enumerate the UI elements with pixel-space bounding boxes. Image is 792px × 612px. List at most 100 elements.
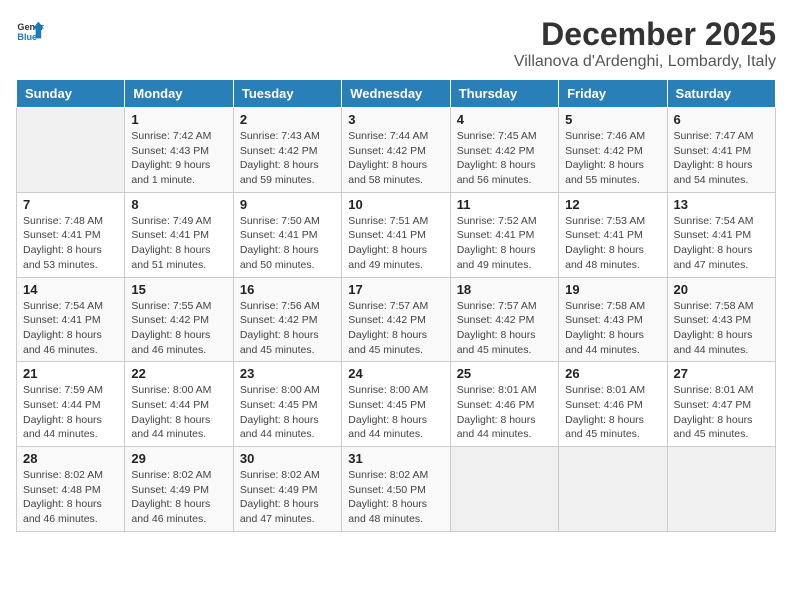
- day-number: 22: [131, 366, 226, 381]
- day-header-thursday: Thursday: [450, 80, 558, 108]
- day-header-friday: Friday: [559, 80, 667, 108]
- day-info: Sunrise: 7:58 AM Sunset: 4:43 PM Dayligh…: [565, 299, 660, 358]
- day-info: Sunrise: 7:54 AM Sunset: 4:41 PM Dayligh…: [23, 299, 118, 358]
- calendar-cell: 8 Sunrise: 7:49 AM Sunset: 4:41 PM Daylig…: [125, 192, 233, 277]
- week-row-1: 1 Sunrise: 7:42 AM Sunset: 4:43 PM Daylig…: [17, 108, 776, 193]
- day-number: 15: [131, 282, 226, 297]
- day-number: 2: [240, 112, 335, 127]
- day-number: 4: [457, 112, 552, 127]
- calendar-cell: 15 Sunrise: 7:55 AM Sunset: 4:42 PM Dayli…: [125, 277, 233, 362]
- day-info: Sunrise: 7:50 AM Sunset: 4:41 PM Dayligh…: [240, 214, 335, 273]
- day-info: Sunrise: 7:56 AM Sunset: 4:42 PM Dayligh…: [240, 299, 335, 358]
- calendar-cell: 6 Sunrise: 7:47 AM Sunset: 4:41 PM Daylig…: [667, 108, 775, 193]
- day-info: Sunrise: 7:48 AM Sunset: 4:41 PM Dayligh…: [23, 214, 118, 273]
- title-area: December 2025 Villanova d'Ardenghi, Lomb…: [514, 16, 776, 71]
- day-info: Sunrise: 7:46 AM Sunset: 4:42 PM Dayligh…: [565, 129, 660, 188]
- week-row-2: 7Sunrise: 7:48 AM Sunset: 4:41 PM Daylig…: [17, 192, 776, 277]
- calendar-cell: 28 Sunrise: 8:02 AM Sunset: 4:48 PM Dayli…: [17, 447, 125, 532]
- day-info: Sunrise: 8:02 AM Sunset: 4:50 PM Dayligh…: [348, 468, 443, 527]
- day-info: Sunrise: 7:53 AM Sunset: 4:41 PM Dayligh…: [565, 214, 660, 273]
- calendar-cell: 18 Sunrise: 7:57 AM Sunset: 4:42 PM Dayli…: [450, 277, 558, 362]
- logo-icon: General Blue: [16, 16, 44, 44]
- day-info: Sunrise: 8:02 AM Sunset: 4:48 PM Dayligh…: [23, 468, 118, 527]
- day-info: Sunrise: 7:47 AM Sunset: 4:41 PM Dayligh…: [674, 129, 769, 188]
- day-number: 5: [565, 112, 660, 127]
- calendar-cell: 29 Sunrise: 8:02 AM Sunset: 4:49 PM Dayli…: [125, 447, 233, 532]
- day-number: 8: [131, 197, 226, 212]
- calendar-cell: 5 Sunrise: 7:46 AM Sunset: 4:42 PM Daylig…: [559, 108, 667, 193]
- day-number: 29: [131, 451, 226, 466]
- svg-text:Blue: Blue: [17, 32, 37, 42]
- calendar-cell: 16Sunrise: 7:56 AM Sunset: 4:42 PM Dayli…: [233, 277, 341, 362]
- day-info: Sunrise: 7:58 AM Sunset: 4:43 PM Dayligh…: [674, 299, 769, 358]
- week-row-3: 14Sunrise: 7:54 AM Sunset: 4:41 PM Dayli…: [17, 277, 776, 362]
- day-number: 13: [674, 197, 769, 212]
- day-number: 1: [131, 112, 226, 127]
- day-info: Sunrise: 7:49 AM Sunset: 4:41 PM Dayligh…: [131, 214, 226, 273]
- day-info: Sunrise: 7:45 AM Sunset: 4:42 PM Dayligh…: [457, 129, 552, 188]
- day-number: 6: [674, 112, 769, 127]
- calendar-cell: 12 Sunrise: 7:53 AM Sunset: 4:41 PM Dayli…: [559, 192, 667, 277]
- day-info: Sunrise: 8:02 AM Sunset: 4:49 PM Dayligh…: [240, 468, 335, 527]
- day-number: 10: [348, 197, 443, 212]
- calendar-cell: [667, 447, 775, 532]
- day-info: Sunrise: 7:54 AM Sunset: 4:41 PM Dayligh…: [674, 214, 769, 273]
- day-info: Sunrise: 7:57 AM Sunset: 4:42 PM Dayligh…: [457, 299, 552, 358]
- calendar-cell: 27Sunrise: 8:01 AM Sunset: 4:47 PM Dayli…: [667, 362, 775, 447]
- calendar-cell: 13 Sunrise: 7:54 AM Sunset: 4:41 PM Dayli…: [667, 192, 775, 277]
- calendar-cell: [17, 108, 125, 193]
- calendar-cell: 4 Sunrise: 7:45 AM Sunset: 4:42 PM Daylig…: [450, 108, 558, 193]
- calendar-cell: 30 Sunrise: 8:02 AM Sunset: 4:49 PM Dayli…: [233, 447, 341, 532]
- calendar-cell: 3Sunrise: 7:44 AM Sunset: 4:42 PM Daylig…: [342, 108, 450, 193]
- day-info: Sunrise: 7:57 AM Sunset: 4:42 PM Dayligh…: [348, 299, 443, 358]
- week-row-5: 28 Sunrise: 8:02 AM Sunset: 4:48 PM Dayli…: [17, 447, 776, 532]
- day-info: Sunrise: 7:55 AM Sunset: 4:42 PM Dayligh…: [131, 299, 226, 358]
- calendar-cell: [559, 447, 667, 532]
- logo: General Blue: [16, 16, 44, 44]
- calendar-cell: [450, 447, 558, 532]
- day-number: 25: [457, 366, 552, 381]
- day-number: 27: [674, 366, 769, 381]
- day-number: 17: [348, 282, 443, 297]
- calendar-cell: 31 Sunrise: 8:02 AM Sunset: 4:50 PM Dayli…: [342, 447, 450, 532]
- calendar-header: General Blue December 2025 Villanova d'A…: [16, 16, 776, 71]
- calendar-cell: 21 Sunrise: 7:59 AM Sunset: 4:44 PM Dayli…: [17, 362, 125, 447]
- day-number: 21: [23, 366, 118, 381]
- calendar-cell: 25 Sunrise: 8:01 AM Sunset: 4:46 PM Dayli…: [450, 362, 558, 447]
- day-info: Sunrise: 8:01 AM Sunset: 4:46 PM Dayligh…: [457, 383, 552, 442]
- day-header-sunday: Sunday: [17, 80, 125, 108]
- day-info: Sunrise: 7:52 AM Sunset: 4:41 PM Dayligh…: [457, 214, 552, 273]
- day-info: Sunrise: 7:59 AM Sunset: 4:44 PM Dayligh…: [23, 383, 118, 442]
- day-header-saturday: Saturday: [667, 80, 775, 108]
- day-number: 11: [457, 197, 552, 212]
- day-number: 9: [240, 197, 335, 212]
- day-info: Sunrise: 8:02 AM Sunset: 4:49 PM Dayligh…: [131, 468, 226, 527]
- calendar-cell: 23Sunrise: 8:00 AM Sunset: 4:45 PM Dayli…: [233, 362, 341, 447]
- day-number: 24: [348, 366, 443, 381]
- day-number: 18: [457, 282, 552, 297]
- day-number: 12: [565, 197, 660, 212]
- calendar-cell: 20Sunrise: 7:58 AM Sunset: 4:43 PM Dayli…: [667, 277, 775, 362]
- day-header-monday: Monday: [125, 80, 233, 108]
- calendar-cell: 7Sunrise: 7:48 AM Sunset: 4:41 PM Daylig…: [17, 192, 125, 277]
- calendar-cell: 11 Sunrise: 7:52 AM Sunset: 4:41 PM Dayli…: [450, 192, 558, 277]
- calendar-subtitle: Villanova d'Ardenghi, Lombardy, Italy: [514, 53, 776, 71]
- day-info: Sunrise: 7:42 AM Sunset: 4:43 PM Dayligh…: [131, 129, 226, 188]
- day-info: Sunrise: 7:44 AM Sunset: 4:42 PM Dayligh…: [348, 129, 443, 188]
- day-number: 28: [23, 451, 118, 466]
- day-info: Sunrise: 8:00 AM Sunset: 4:44 PM Dayligh…: [131, 383, 226, 442]
- day-info: Sunrise: 8:01 AM Sunset: 4:46 PM Dayligh…: [565, 383, 660, 442]
- header-row: SundayMondayTuesdayWednesdayThursdayFrid…: [17, 80, 776, 108]
- day-info: Sunrise: 8:00 AM Sunset: 4:45 PM Dayligh…: [240, 383, 335, 442]
- calendar-cell: 17 Sunrise: 7:57 AM Sunset: 4:42 PM Dayli…: [342, 277, 450, 362]
- calendar-cell: 9 Sunrise: 7:50 AM Sunset: 4:41 PM Daylig…: [233, 192, 341, 277]
- day-number: 31: [348, 451, 443, 466]
- day-info: Sunrise: 7:51 AM Sunset: 4:41 PM Dayligh…: [348, 214, 443, 273]
- day-number: 30: [240, 451, 335, 466]
- calendar-table: SundayMondayTuesdayWednesdayThursdayFrid…: [16, 79, 776, 532]
- day-header-tuesday: Tuesday: [233, 80, 341, 108]
- calendar-cell: 24Sunrise: 8:00 AM Sunset: 4:45 PM Dayli…: [342, 362, 450, 447]
- calendar-cell: 22 Sunrise: 8:00 AM Sunset: 4:44 PM Dayli…: [125, 362, 233, 447]
- calendar-cell: 1 Sunrise: 7:42 AM Sunset: 4:43 PM Daylig…: [125, 108, 233, 193]
- calendar-cell: 10 Sunrise: 7:51 AM Sunset: 4:41 PM Dayli…: [342, 192, 450, 277]
